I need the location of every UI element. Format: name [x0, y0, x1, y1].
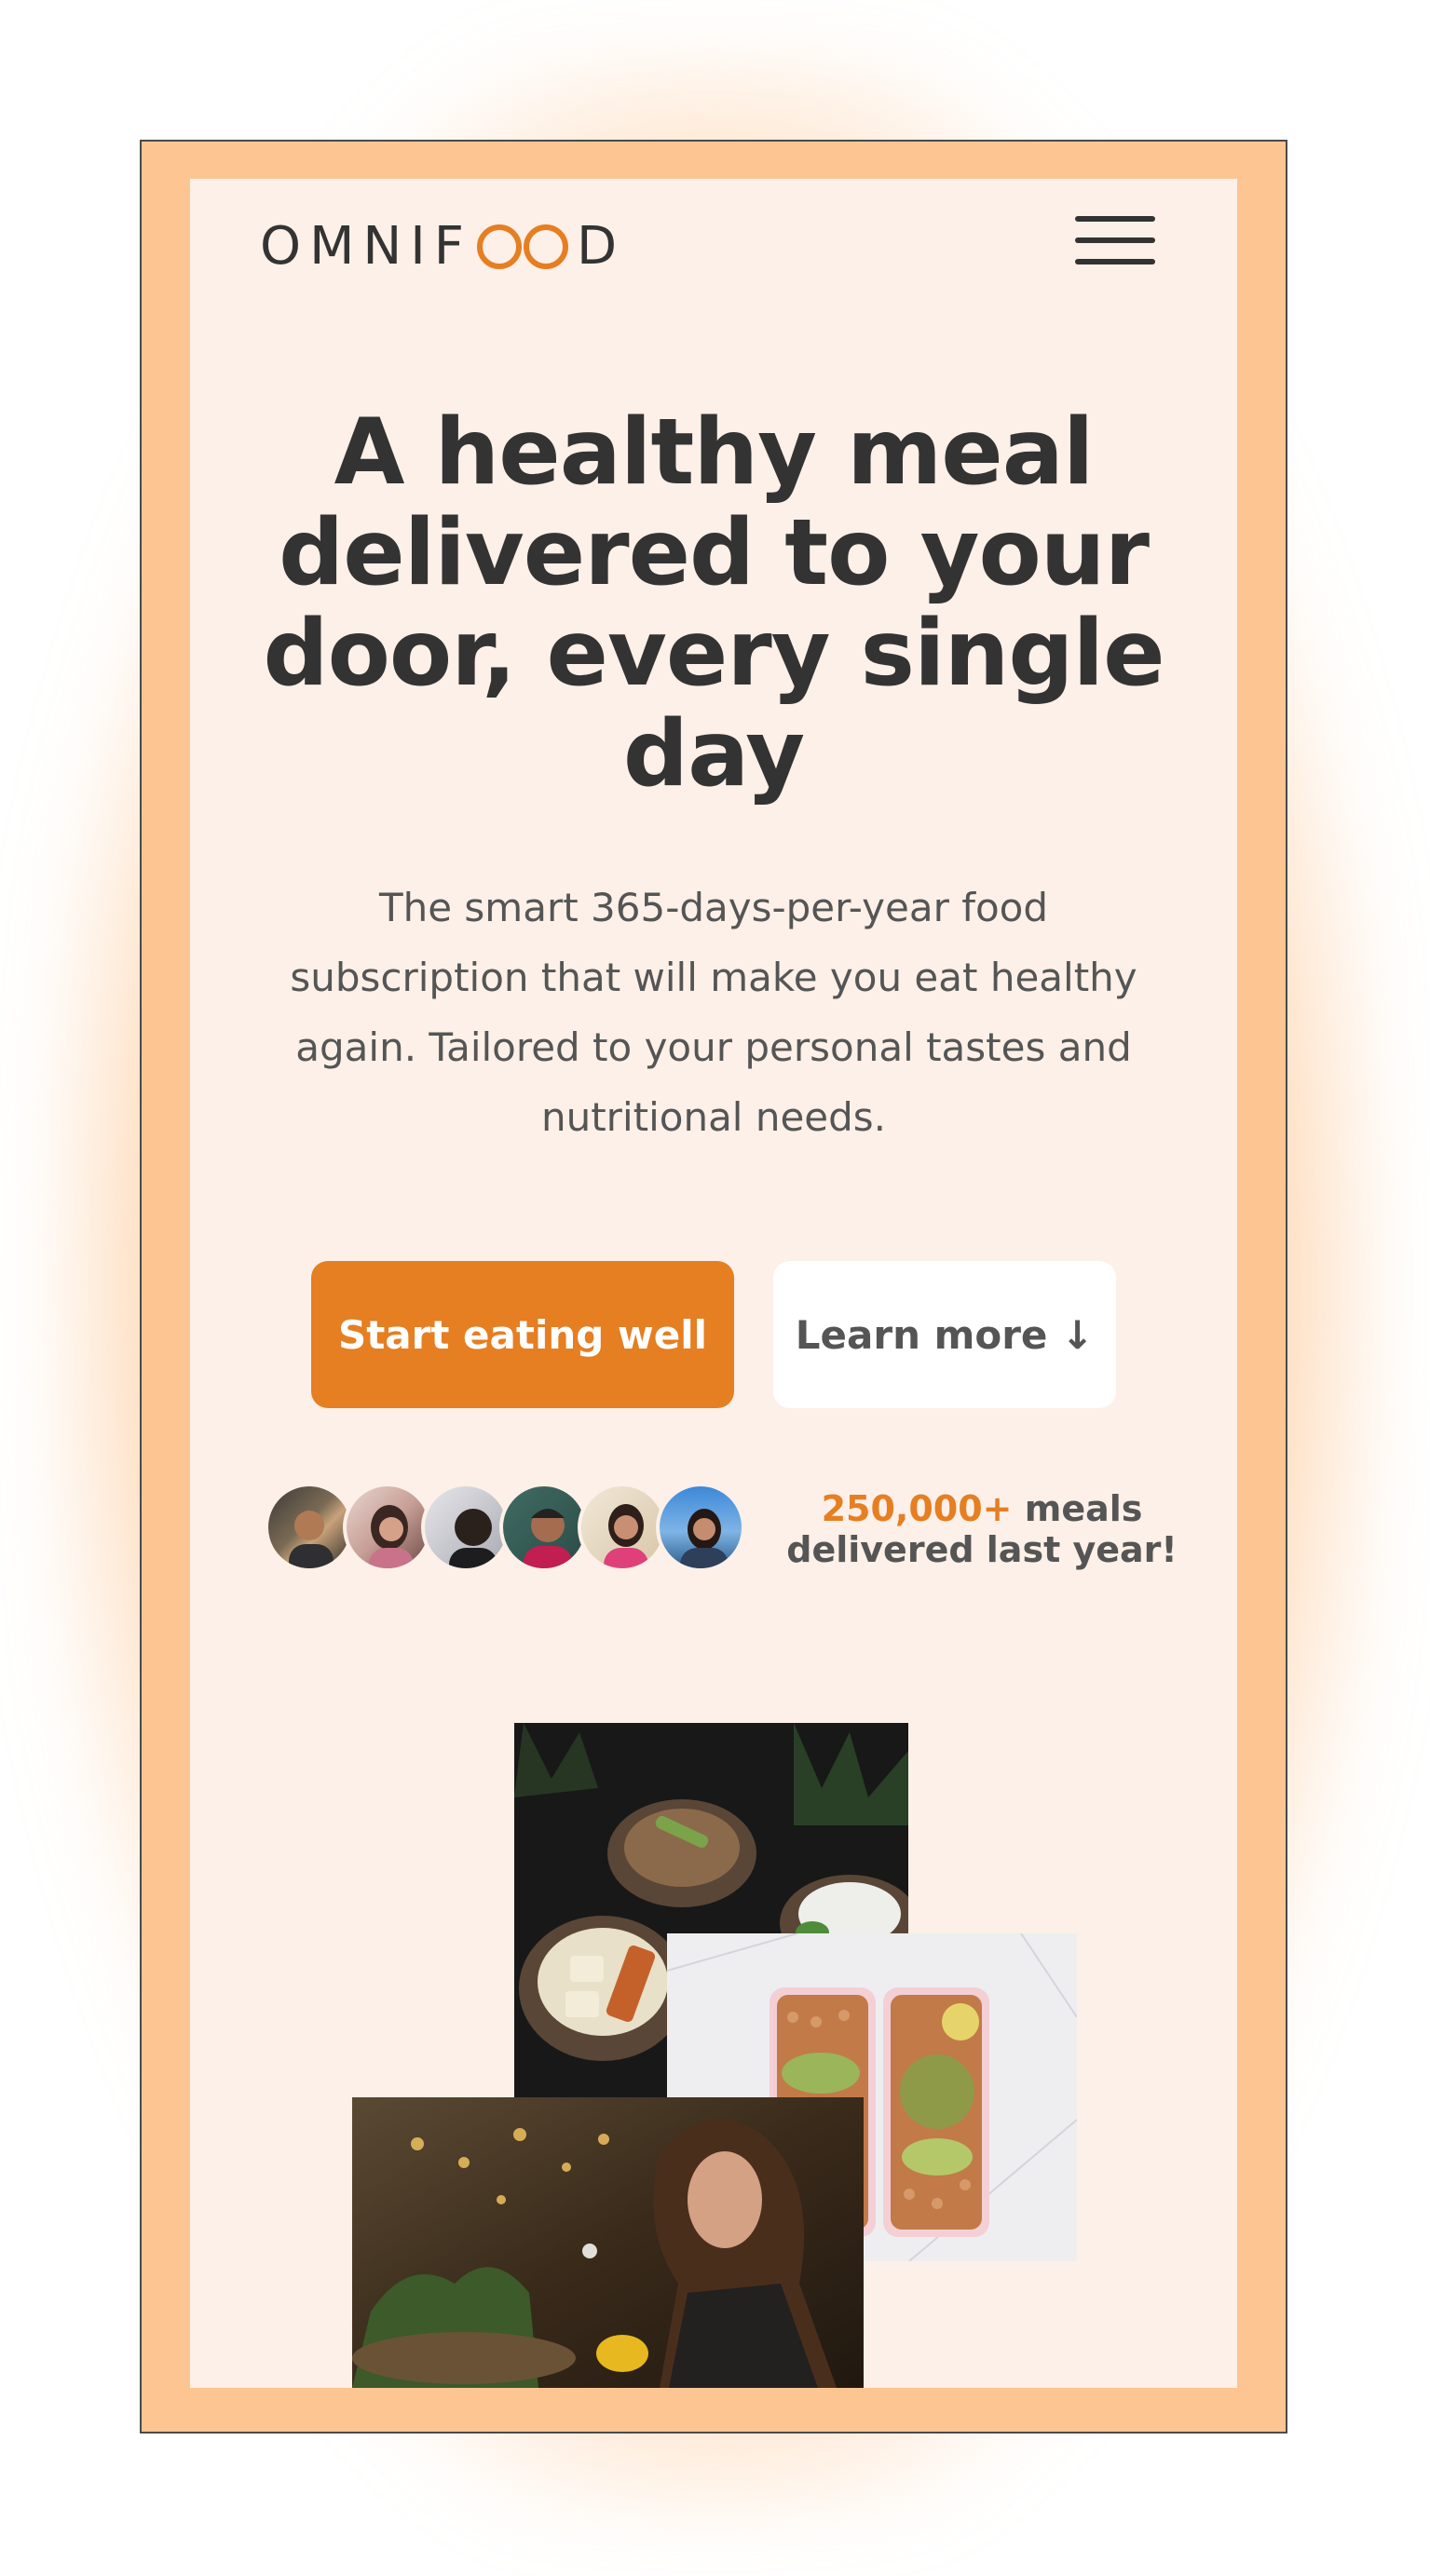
logo-text-left: OMNIF — [260, 216, 473, 277]
start-eating-well-button[interactable]: Start eating well — [311, 1261, 734, 1408]
customer-avatar — [421, 1483, 511, 1572]
woman-eating-photo — [352, 2097, 864, 2388]
hero-title: A healthy meal delivered to your door, e… — [263, 400, 1164, 807]
hero-description: The smart 365-days-per-year food subscri… — [290, 885, 1137, 1140]
customer-avatar — [656, 1483, 745, 1572]
meals-delivered-stat: 250,000+ meals delivered last year! — [786, 1488, 1178, 1570]
infinity-logo-icon — [477, 224, 569, 269]
learn-more-button[interactable]: Learn more ↓ — [773, 1261, 1116, 1408]
customer-avatar — [265, 1483, 354, 1572]
hamburger-menu-icon[interactable] — [1075, 216, 1155, 264]
customer-avatars — [265, 1483, 768, 1576]
customer-avatar — [499, 1483, 589, 1572]
omnifood-logo[interactable]: OMNIF D — [260, 216, 625, 277]
customer-avatar — [578, 1483, 667, 1572]
logo-text-right: D — [577, 216, 626, 277]
app-screen: OMNIF D A healthy meal delivered to your… — [190, 179, 1237, 2388]
meals-delivered-count: 250,000+ — [821, 1488, 1013, 1529]
customer-avatar — [343, 1483, 432, 1572]
